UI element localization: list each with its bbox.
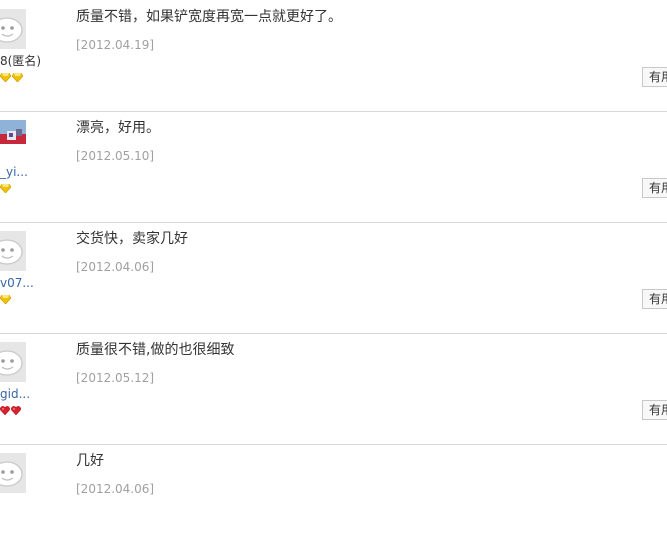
gold-diamond-icon <box>12 73 23 82</box>
buyer-level <box>0 72 23 83</box>
red-heart-icon <box>11 406 21 415</box>
useful-button[interactable]: 有用 <box>642 67 667 87</box>
gold-diamond-icon <box>0 184 11 193</box>
review-item: gid... 质量很不错,做的也很细致 [2012.05.12] 有用 <box>0 333 667 445</box>
review-date: [2012.04.06] <box>76 260 155 274</box>
useful-button[interactable]: 有用 <box>642 289 667 309</box>
default-avatar[interactable] <box>0 342 26 382</box>
review-content: 质量不错，如果铲宽度再宽一点就更好了。 <box>76 9 342 25</box>
review-item: 8(匿名) 质量不错，如果铲宽度再宽一点就更好了。 [2012.04.19] 有… <box>0 0 667 112</box>
buyer-level <box>0 183 11 194</box>
review-content: 交货快，卖家几好 <box>76 231 188 247</box>
review-item: v07... 交货快，卖家几好 [2012.04.06] 有用 <box>0 222 667 334</box>
gold-diamond-icon <box>0 295 11 304</box>
reviewer-name-link[interactable]: gid... <box>0 387 60 401</box>
red-heart-icon <box>0 406 10 415</box>
buyer-level <box>0 405 21 416</box>
review-content: 漂亮，好用。 <box>76 120 160 136</box>
review-item: _yi... 漂亮，好用。 [2012.05.10] 有用 <box>0 111 667 223</box>
review-content: 质量很不错,做的也很细致 <box>76 342 235 358</box>
review-date: [2012.04.19] <box>76 38 155 52</box>
photo-avatar[interactable] <box>0 120 26 160</box>
useful-button[interactable]: 有用 <box>642 400 667 420</box>
review-item: 几好 [2012.04.06] <box>0 444 667 555</box>
useful-button[interactable]: 有用 <box>642 178 667 198</box>
reviewer-name: 8(匿名) <box>0 54 41 68</box>
review-date: [2012.05.12] <box>76 371 155 385</box>
gold-diamond-icon <box>0 73 11 82</box>
reviewer-name-link[interactable]: v07... <box>0 276 60 290</box>
buyer-level <box>0 294 11 305</box>
review-date: [2012.04.06] <box>76 482 155 496</box>
default-avatar[interactable] <box>0 231 26 271</box>
reviewer-name-link[interactable]: _yi... <box>0 165 60 179</box>
default-avatar[interactable] <box>0 453 26 493</box>
default-avatar[interactable] <box>0 9 26 49</box>
review-date: [2012.05.10] <box>76 149 155 163</box>
review-content: 几好 <box>76 453 104 469</box>
